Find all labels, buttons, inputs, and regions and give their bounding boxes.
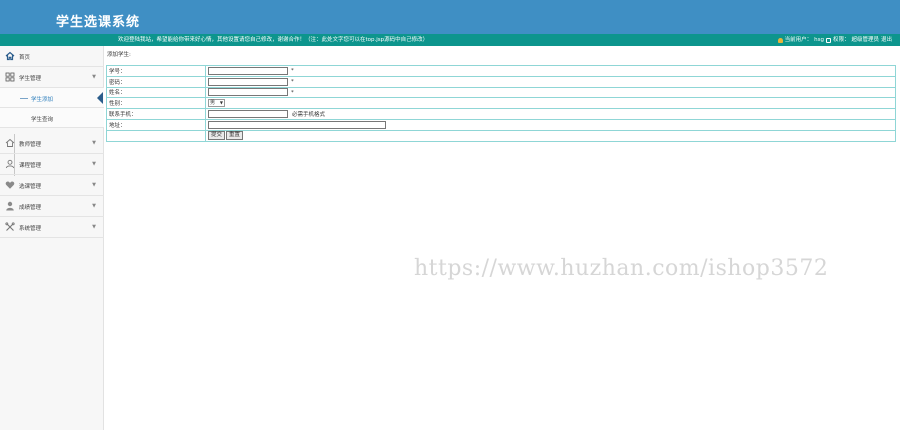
grid-icon [5, 72, 15, 82]
role-value: 超级管理员 [851, 37, 879, 43]
required-mark: * [291, 79, 294, 86]
sidebar-subitem-student-query[interactable]: 学生查询 [0, 108, 104, 128]
password-label: 密码： [106, 75, 206, 88]
student-id-label: 学号： [106, 65, 206, 77]
sidebar-item-label: 成绩管理 [19, 205, 42, 211]
reset-button[interactable]: 重置 [226, 131, 244, 141]
current-user: hsg [814, 37, 824, 43]
address-label: 地址： [106, 118, 206, 131]
add-student-form: 学号： * 密码： * 姓名： * 性别： 男 ▼ 联系手机： 必需手机格式 地… [106, 65, 896, 142]
sidebar-item-label: 学生管理 [19, 76, 42, 82]
tree-dash [20, 98, 28, 99]
top-header: 学生选课系统 [0, 0, 900, 34]
dropdown-arrow-icon: ▼ [219, 100, 223, 106]
sidebar-item-label: 课程管理 [19, 163, 42, 169]
breadcrumb: 添加学生: [107, 52, 131, 58]
user-icon [777, 37, 783, 43]
sidebar-item-teacher-mgmt[interactable]: 教师管理 ▼ [0, 133, 104, 154]
student-id-input[interactable] [208, 66, 288, 75]
user-info: 当前用户： hsg 权限： 超级管理员 退出 [777, 34, 892, 46]
role-label: 权限： [832, 37, 850, 43]
sidebar-item-selection-mgmt[interactable]: 选课管理 ▼ [0, 175, 104, 196]
form-row-phone: 联系手机： 必需手机格式 [106, 108, 896, 120]
home-icon [5, 51, 15, 61]
active-indicator [97, 92, 103, 104]
gender-cell: 男 ▼ [205, 97, 896, 110]
gender-label: 性别： [106, 97, 206, 110]
permission-icon [825, 37, 831, 43]
sidebar-subitem-label: 学生添加 [31, 97, 54, 103]
current-user-label: 当前用户： [784, 37, 813, 43]
sidebar-item-label: 系统管理 [19, 226, 42, 232]
app-title: 学生选课系统 [56, 15, 141, 30]
sidebar-item-student-mgmt[interactable]: 学生管理 ▼ [0, 67, 104, 88]
sidebar-item-label: 选课管理 [19, 184, 42, 190]
sidebar-item-course-mgmt[interactable]: 课程管理 ▼ [0, 154, 104, 175]
chevron-down-icon: ▼ [92, 203, 96, 209]
sidebar-item-label: 首页 [19, 55, 31, 61]
gender-select-value: 男 [210, 100, 216, 107]
password-cell: * [205, 75, 896, 88]
person-icon [5, 201, 15, 211]
info-bar: 欢迎登陆我站，希望能给你带来好心情，其他设置请您自己修改，谢谢合作！（注：此处文… [0, 34, 900, 46]
welcome-message: 欢迎登陆我站，希望能给你带来好心情，其他设置请您自己修改，谢谢合作！（注：此处文… [118, 37, 429, 43]
sidebar-item-grade-mgmt[interactable]: 成绩管理 ▼ [0, 196, 104, 217]
required-mark: * [291, 89, 294, 96]
form-row-address: 地址： [106, 118, 896, 131]
student-id-cell: * [205, 65, 896, 77]
heart-icon [5, 180, 15, 190]
name-input[interactable] [208, 88, 288, 97]
sidebar-item-label: 教师管理 [19, 142, 42, 148]
chevron-down-icon: ▼ [92, 224, 96, 230]
sidebar-subitem-label: 学生查询 [31, 117, 54, 123]
actions-label-cell [106, 129, 206, 142]
form-row-actions: 提交 重置 [106, 129, 896, 142]
watermark: https://www.huzhan.com/ishop3572 [414, 256, 829, 281]
name-cell: * [205, 86, 896, 99]
name-label: 姓名： [106, 86, 206, 99]
chevron-down-icon: ▼ [92, 161, 96, 167]
phone-input[interactable] [208, 110, 288, 119]
address-input[interactable] [208, 120, 386, 129]
phone-cell: 必需手机格式 [205, 108, 896, 120]
sidebar-item-system-mgmt[interactable]: 系统管理 ▼ [0, 217, 104, 238]
required-mark: * [291, 68, 294, 75]
main-content: 添加学生: 学号： * 密码： * 姓名： * 性别： 男 ▼ 联系手机： 必需… [104, 46, 900, 430]
actions-cell: 提交 重置 [205, 129, 896, 142]
chevron-down-icon: ▼ [92, 74, 96, 80]
chevron-down-icon: ▼ [92, 140, 96, 146]
submit-button[interactable]: 提交 [208, 131, 226, 141]
house-icon [5, 138, 15, 148]
phone-label: 联系手机： [106, 108, 206, 120]
chevron-down-icon: ▼ [92, 182, 96, 188]
form-row-gender: 性别： 男 ▼ [106, 97, 896, 110]
form-row-student-id: 学号： * [106, 65, 896, 77]
sidebar-item-home[interactable]: 首页 [0, 46, 104, 67]
tools-icon [5, 222, 15, 232]
address-cell [205, 118, 896, 131]
password-input[interactable] [208, 77, 288, 86]
form-row-name: 姓名： * [106, 86, 896, 99]
logout-link[interactable]: 退出 [881, 34, 892, 46]
user-outline-icon [5, 159, 15, 169]
sidebar: 首页 学生管理 ▼ 学生添加 学生查询 教师管理 ▼ 课程管理 ▼ 选课管理 ▼ [0, 46, 104, 430]
form-row-password: 密码： * [106, 75, 896, 88]
phone-hint: 必需手机格式 [292, 111, 326, 118]
gender-select[interactable]: 男 ▼ [208, 99, 225, 108]
sidebar-subitem-student-add[interactable]: 学生添加 [0, 88, 104, 108]
